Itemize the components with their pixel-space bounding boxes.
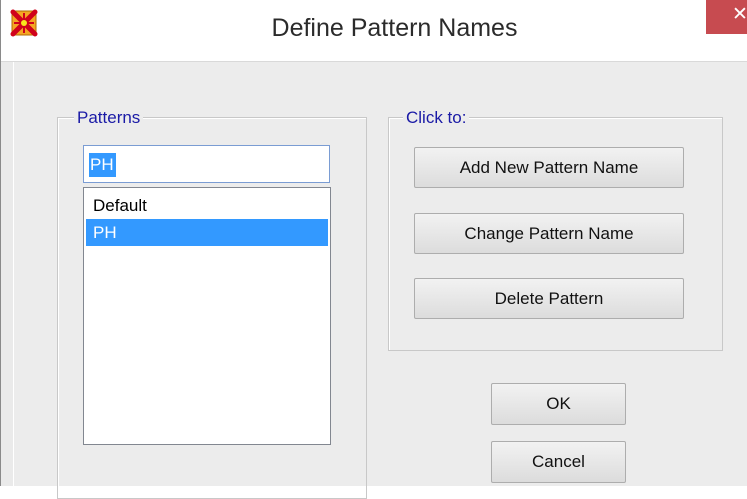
- cancel-button[interactable]: Cancel: [491, 441, 626, 483]
- change-pattern-name-button[interactable]: Change Pattern Name: [414, 213, 684, 254]
- list-item-selected[interactable]: PH: [86, 219, 328, 246]
- add-new-pattern-name-button[interactable]: Add New Pattern Name: [414, 147, 684, 188]
- define-pattern-names-window: Define Pattern Names ✕ Patterns PH Defau…: [0, 0, 747, 499]
- click-to-group-label: Click to:: [403, 108, 470, 128]
- delete-pattern-button[interactable]: Delete Pattern: [414, 278, 684, 319]
- list-item[interactable]: Default: [86, 192, 328, 219]
- change-pattern-name-label: Change Pattern Name: [464, 224, 634, 243]
- title-bar[interactable]: Define Pattern Names ✕: [1, 0, 747, 62]
- pattern-name-input-value: PH: [89, 153, 116, 177]
- list-item-label: PH: [93, 223, 117, 242]
- patterns-group-label: Patterns: [74, 108, 144, 128]
- add-new-pattern-name-label: Add New Pattern Name: [459, 158, 639, 177]
- ok-label: OK: [546, 394, 571, 413]
- ok-button[interactable]: OK: [491, 383, 626, 425]
- window-title: Define Pattern Names: [271, 14, 518, 42]
- patterns-list[interactable]: Default PH: [83, 187, 331, 445]
- pattern-name-input[interactable]: PH: [83, 145, 330, 183]
- delete-pattern-label: Delete Pattern: [494, 289, 604, 308]
- cancel-label: Cancel: [532, 452, 585, 471]
- close-icon: ✕: [732, 3, 747, 25]
- close-button[interactable]: ✕: [706, 0, 747, 34]
- list-item-label: Default: [93, 196, 147, 215]
